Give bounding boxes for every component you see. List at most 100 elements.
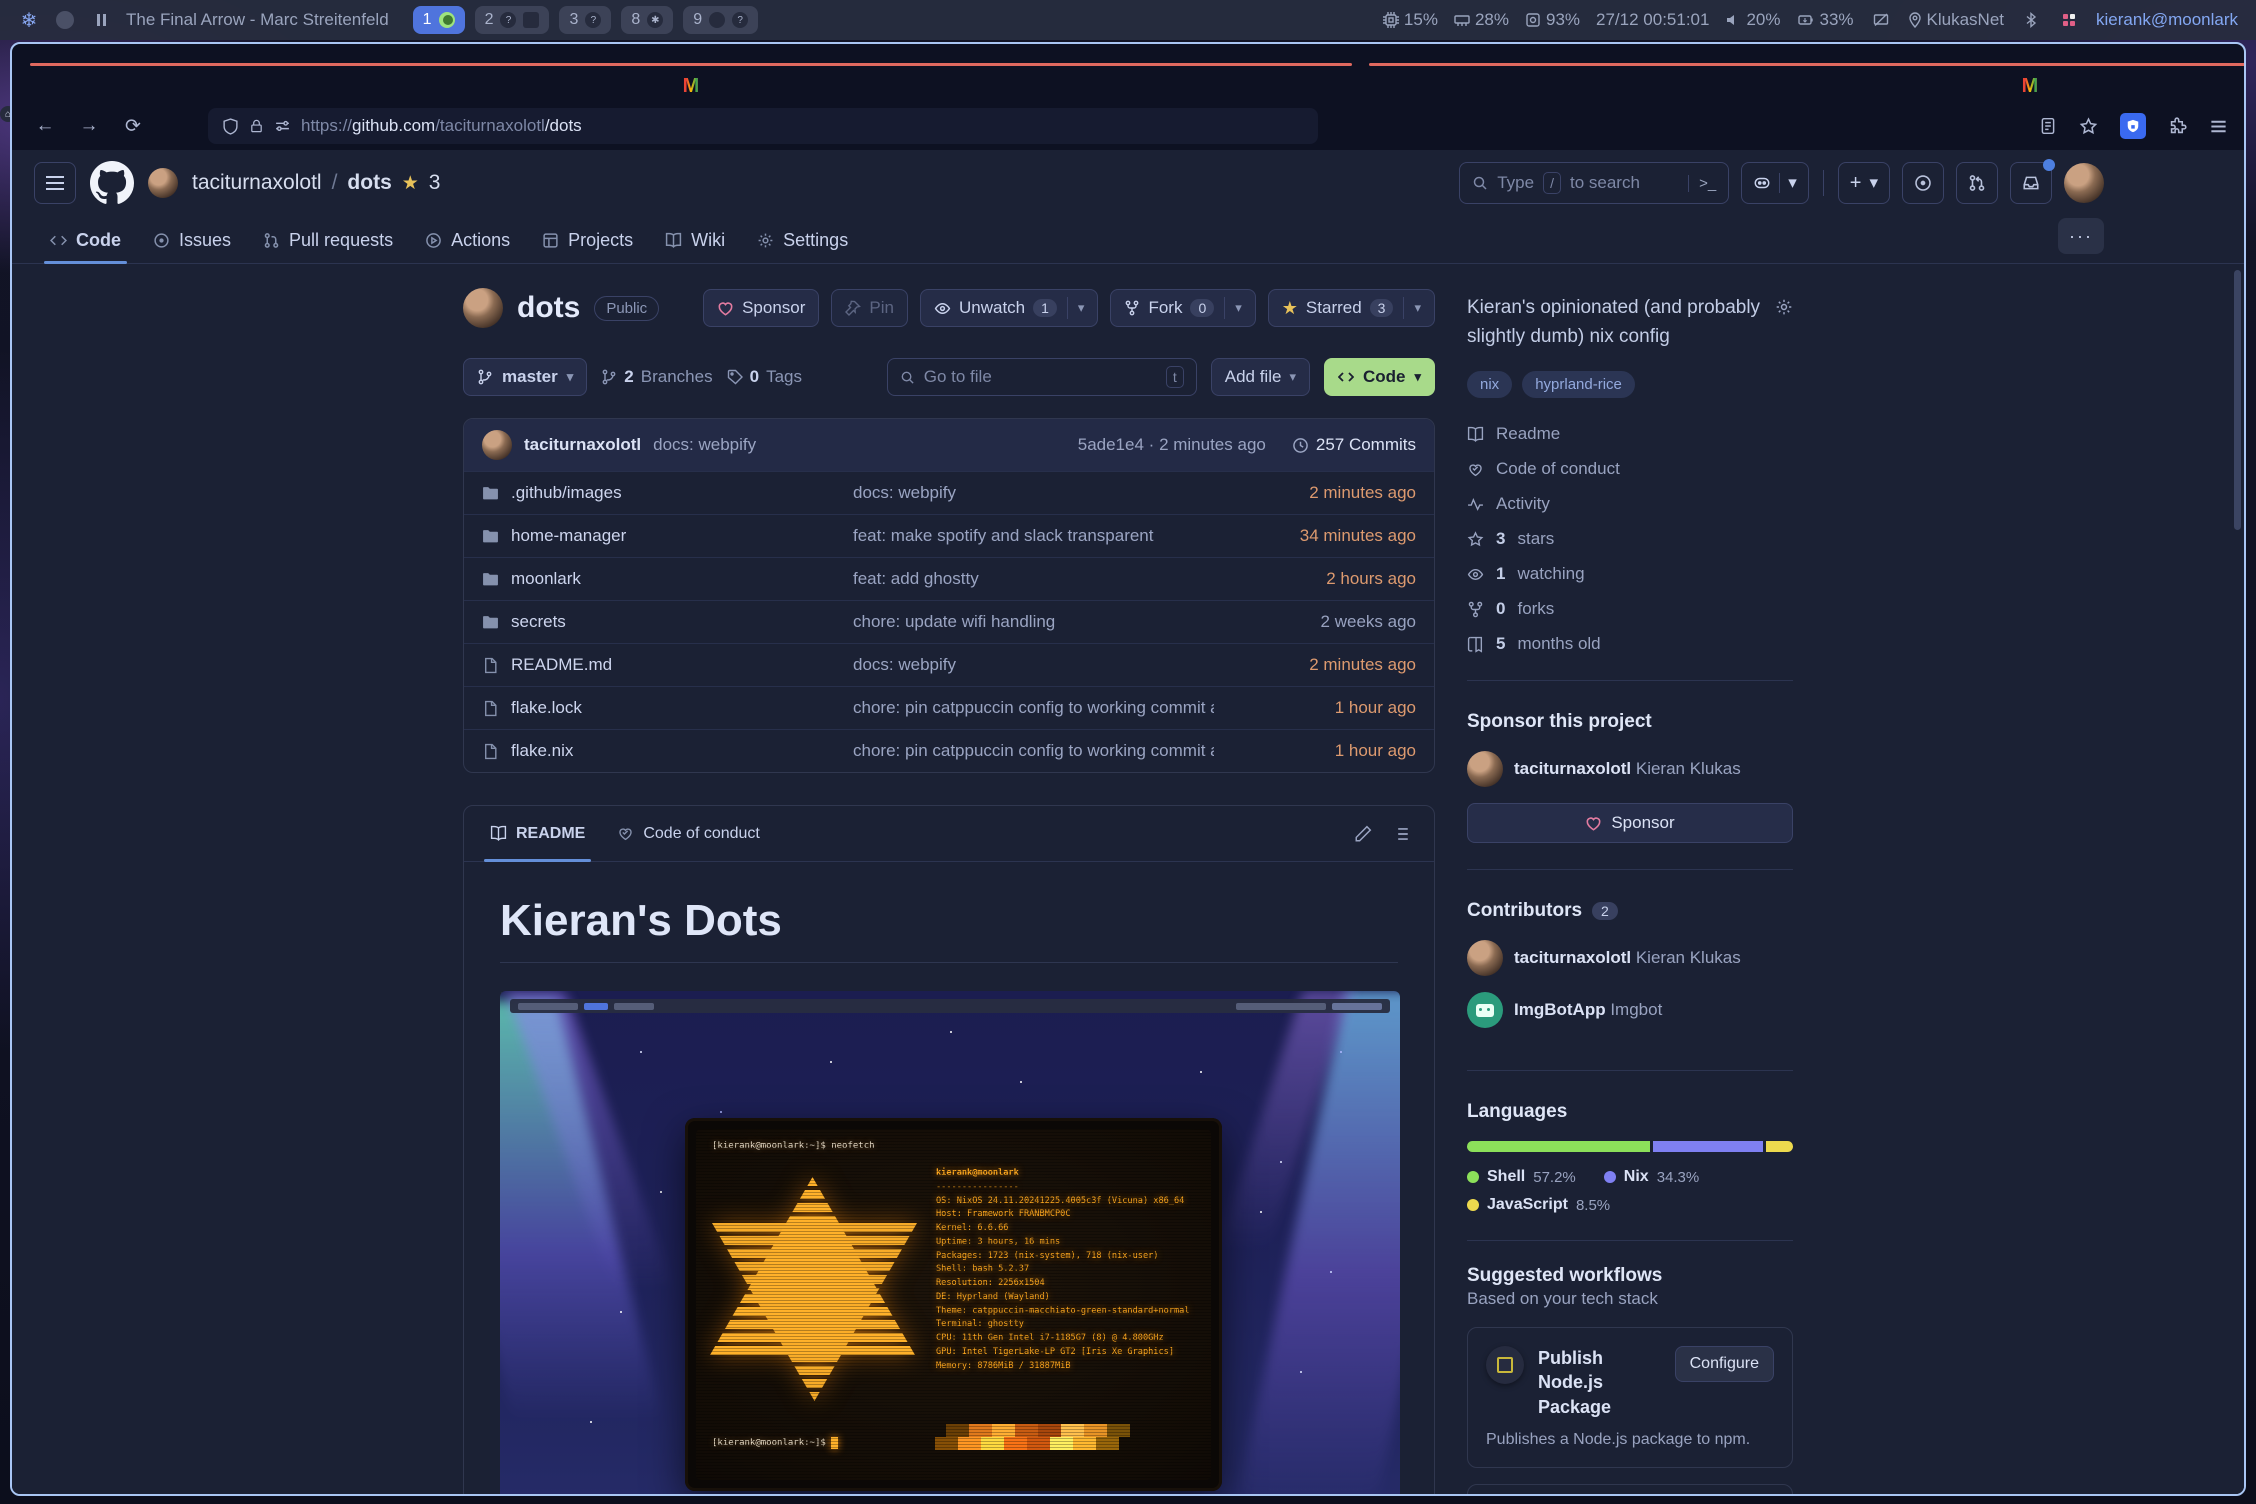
bitwarden-icon[interactable] <box>2120 113 2146 139</box>
create-new-button[interactable]: +▾ <box>1838 162 1890 204</box>
repo-nav-overflow-button[interactable]: ··· <box>2058 218 2104 254</box>
contributor-taciturnaxolotl[interactable]: taciturnaxolotl Kieran Klukas <box>1467 940 1793 976</box>
pinned-tab-gmail-0[interactable]: M <box>26 67 1356 105</box>
repo-title[interactable]: dots <box>517 291 580 325</box>
breadcrumb-repo[interactable]: dots <box>347 171 391 195</box>
pinned-tab-gmail-1[interactable]: M <box>1365 67 2246 105</box>
copilot-button[interactable]: ▾ <box>1741 162 1809 204</box>
watch-caret[interactable]: ▾ <box>1078 300 1085 316</box>
breadcrumb-owner[interactable]: taciturnaxolotl <box>192 171 322 195</box>
file-row-flake-lock[interactable]: flake.lock chore: pin catppuccin config t… <box>464 686 1434 729</box>
file-row-secrets[interactable]: secretschore: update wifi handling2 week… <box>464 600 1434 643</box>
file-commit-message[interactable]: chore: pin catppuccin config to working … <box>853 698 1214 718</box>
branch-selector[interactable]: master▾ <box>463 358 587 396</box>
network-indicator[interactable]: KlukasNet <box>1908 10 2004 30</box>
contributor-avatar[interactable] <box>1467 940 1503 976</box>
meta-months-old[interactable]: 5months old <box>1467 634 1793 654</box>
add-file-button[interactable]: Add file▾ <box>1211 358 1310 396</box>
pause-icon[interactable] <box>90 9 112 31</box>
extensions-icon[interactable] <box>2168 117 2187 136</box>
file-name[interactable]: moonlark <box>511 569 841 589</box>
file-name[interactable]: secrets <box>511 612 841 632</box>
sponsor-person[interactable]: taciturnaxolotl Kieran Klukas <box>1467 751 1793 787</box>
sponsor-button[interactable]: Sponsor <box>703 289 819 327</box>
meta-code-of-conduct[interactable]: Code of conduct <box>1467 459 1793 479</box>
meta-watching[interactable]: 1watching <box>1467 564 1793 584</box>
language-javascript[interactable]: JavaScript8.5% <box>1467 1196 1610 1214</box>
tags-link[interactable]: 0Tags <box>727 367 802 387</box>
configure-button[interactable]: Configure <box>1675 1346 1774 1382</box>
commit-message[interactable]: docs: webpify <box>653 435 756 455</box>
file-commit-message[interactable]: docs: webpify <box>853 483 1214 503</box>
workspace-8[interactable]: 8✱ <box>621 6 673 34</box>
fork-button[interactable]: Fork 0 ▾ <box>1110 289 1255 327</box>
scrollbar-thumb[interactable] <box>2234 270 2241 530</box>
reload-button[interactable]: ⟳ <box>116 115 150 138</box>
file-commit-message[interactable]: chore: pin catppuccin config to working … <box>853 741 1214 761</box>
copilot-caret[interactable]: ▾ <box>1788 173 1797 193</box>
reader-mode-icon[interactable] <box>2039 117 2057 135</box>
issues-button[interactable] <box>1902 162 1944 204</box>
meta-stars[interactable]: 3stars <box>1467 529 1793 549</box>
sponsor-project-button[interactable]: Sponsor <box>1467 803 1793 843</box>
code-button[interactable]: Code▾ <box>1324 358 1435 396</box>
repo-tab-settings[interactable]: Settings <box>745 230 860 263</box>
meta-forks[interactable]: 0forks <box>1467 599 1793 619</box>
workspace-3[interactable]: 3? <box>559 6 611 34</box>
commit-author[interactable]: taciturnaxolotl <box>524 435 641 455</box>
file-commit-message[interactable]: chore: update wifi handling <box>853 612 1214 632</box>
lock-icon[interactable] <box>249 118 264 134</box>
go-to-file-input[interactable]: Go to file t <box>887 358 1197 396</box>
bookmark-star-icon[interactable] <box>2079 117 2098 136</box>
latest-commit-row[interactable]: taciturnaxolotl docs: webpify 5ade1e4 · … <box>464 419 1434 471</box>
language-shell[interactable]: Shell57.2% <box>1467 1168 1576 1186</box>
workspace-1[interactable]: 1 <box>413 6 465 34</box>
repo-tab-issues[interactable]: Issues <box>141 230 243 263</box>
command-palette-icon[interactable]: >_ <box>1688 175 1716 192</box>
file-name[interactable]: flake.lock <box>511 698 841 718</box>
starred-button[interactable]: ★ Starred 3 ▾ <box>1268 289 1435 327</box>
contributor-imgbotapp[interactable]: ImgBotApp Imgbot <box>1467 992 1793 1028</box>
repo-tab-projects[interactable]: Projects <box>530 230 645 263</box>
permissions-icon[interactable] <box>274 118 291 135</box>
file-name[interactable]: home-manager <box>511 526 841 546</box>
url-bar[interactable]: https://github.com/taciturnaxolotl/dots <box>208 108 1318 144</box>
file-commit-message[interactable]: docs: webpify <box>853 655 1214 675</box>
file-name[interactable]: README.md <box>511 655 841 675</box>
pull-requests-button[interactable] <box>1956 162 1998 204</box>
global-nav-menu-button[interactable] <box>34 162 76 204</box>
topic-hyprland-rice[interactable]: hyprland-rice <box>1522 371 1635 398</box>
forward-button[interactable]: → <box>72 115 106 137</box>
outline-icon[interactable] <box>1392 825 1410 843</box>
file-commit-message[interactable]: feat: make spotify and slack transparent <box>853 526 1214 546</box>
fork-caret[interactable]: ▾ <box>1235 300 1242 316</box>
edit-about-gear-icon[interactable] <box>1775 298 1793 316</box>
file-row-readme-md[interactable]: README.mddocs: webpify2 minutes ago <box>464 643 1434 686</box>
file-name[interactable]: flake.nix <box>511 741 841 761</box>
back-button[interactable]: ← <box>28 115 62 137</box>
nix-icon[interactable]: ❄ <box>18 9 40 31</box>
repo-tab-code[interactable]: Code <box>38 230 133 263</box>
branches-link[interactable]: 2Branches <box>601 367 712 387</box>
edit-readme-icon[interactable] <box>1354 825 1372 843</box>
bluetooth-icon[interactable] <box>2020 9 2042 31</box>
repo-tab-wiki[interactable]: Wiki <box>653 230 737 263</box>
meta-readme[interactable]: Readme <box>1467 424 1793 444</box>
file-row-flake-nix[interactable]: flake.nix chore: pin catppuccin config to… <box>464 729 1434 772</box>
sponsor-avatar[interactable] <box>1467 751 1503 787</box>
commit-sha-time[interactable]: 5ade1e4 · 2 minutes ago <box>1078 435 1266 455</box>
global-search-input[interactable]: Type/to search >_ <box>1459 162 1729 204</box>
language-nix[interactable]: Nix34.3% <box>1604 1168 1699 1186</box>
pin-button[interactable]: Pin <box>831 289 908 327</box>
hackatime-icon[interactable] <box>2058 9 2080 31</box>
now-playing[interactable]: The Final Arrow - Marc Streitenfeld <box>126 10 389 30</box>
breadcrumb-avatar[interactable] <box>148 168 178 198</box>
user-avatar[interactable] <box>2064 163 2104 203</box>
volume-stat[interactable]: 20% <box>1725 10 1780 30</box>
file-row-home-manager[interactable]: home-manager feat: make spotify and slack… <box>464 514 1434 557</box>
repo-tab-actions[interactable]: Actions <box>413 230 522 263</box>
meta-activity[interactable]: Activity <box>1467 494 1793 514</box>
screen-share-off-icon[interactable] <box>1870 9 1892 31</box>
github-logo[interactable] <box>90 161 134 205</box>
file-row-moonlark[interactable]: moonlarkfeat: add ghostty2 hours ago <box>464 557 1434 600</box>
